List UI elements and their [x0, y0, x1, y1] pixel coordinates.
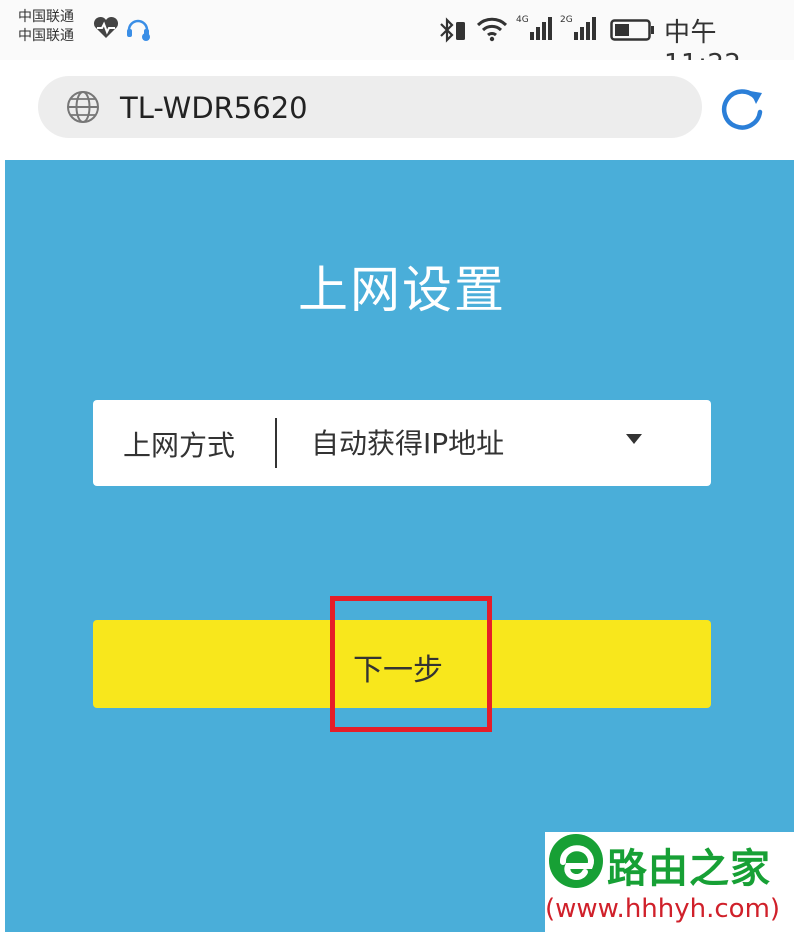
globe-icon [67, 91, 99, 123]
headset-icon [127, 19, 150, 41]
connection-type-value: 自动获得IP地址 [311, 427, 505, 460]
dropdown-arrow-icon[interactable] [626, 434, 642, 444]
watermark-title: 路由之家 [607, 846, 771, 892]
connection-type-label: 上网方式 [123, 429, 236, 462]
bluetooth-icon [440, 17, 465, 43]
status-bar: 中国联通 中国联通 4G 2G 中午11:22 [0, 0, 794, 79]
setup-page: 上网设置 上网方式 自动获得IP地址 下一步 [5, 160, 794, 932]
heart-rate-icon [93, 16, 119, 38]
watermark-url: (www.hhhyh.com) [545, 894, 781, 924]
network-type-label-2: 2G [560, 15, 573, 25]
network-type-label: 4G [516, 15, 529, 25]
refresh-icon[interactable] [716, 84, 768, 136]
highlight-annotation-box [330, 596, 492, 732]
signal-strength-icon: 4G [516, 15, 552, 40]
page-title: 上网设置 [298, 261, 506, 319]
wifi-icon [476, 17, 508, 42]
browser-address-bar: TL-WDR5620 [0, 60, 794, 160]
connection-type-select[interactable]: 上网方式 自动获得IP地址 [93, 400, 711, 486]
signal-strength-icon-2: 2G [560, 15, 596, 40]
site-logo-icon [549, 834, 603, 888]
divider [275, 418, 277, 468]
url-field[interactable]: TL-WDR5620 [38, 76, 702, 138]
carrier-labels: 中国联通 中国联通 [18, 8, 74, 46]
url-text: TL-WDR5620 [120, 91, 308, 125]
watermark: 路由之家 (www.hhhyh.com) [545, 832, 794, 932]
carrier-2: 中国联通 [18, 28, 74, 44]
battery-icon [610, 19, 654, 41]
carrier-1: 中国联通 [18, 9, 74, 25]
